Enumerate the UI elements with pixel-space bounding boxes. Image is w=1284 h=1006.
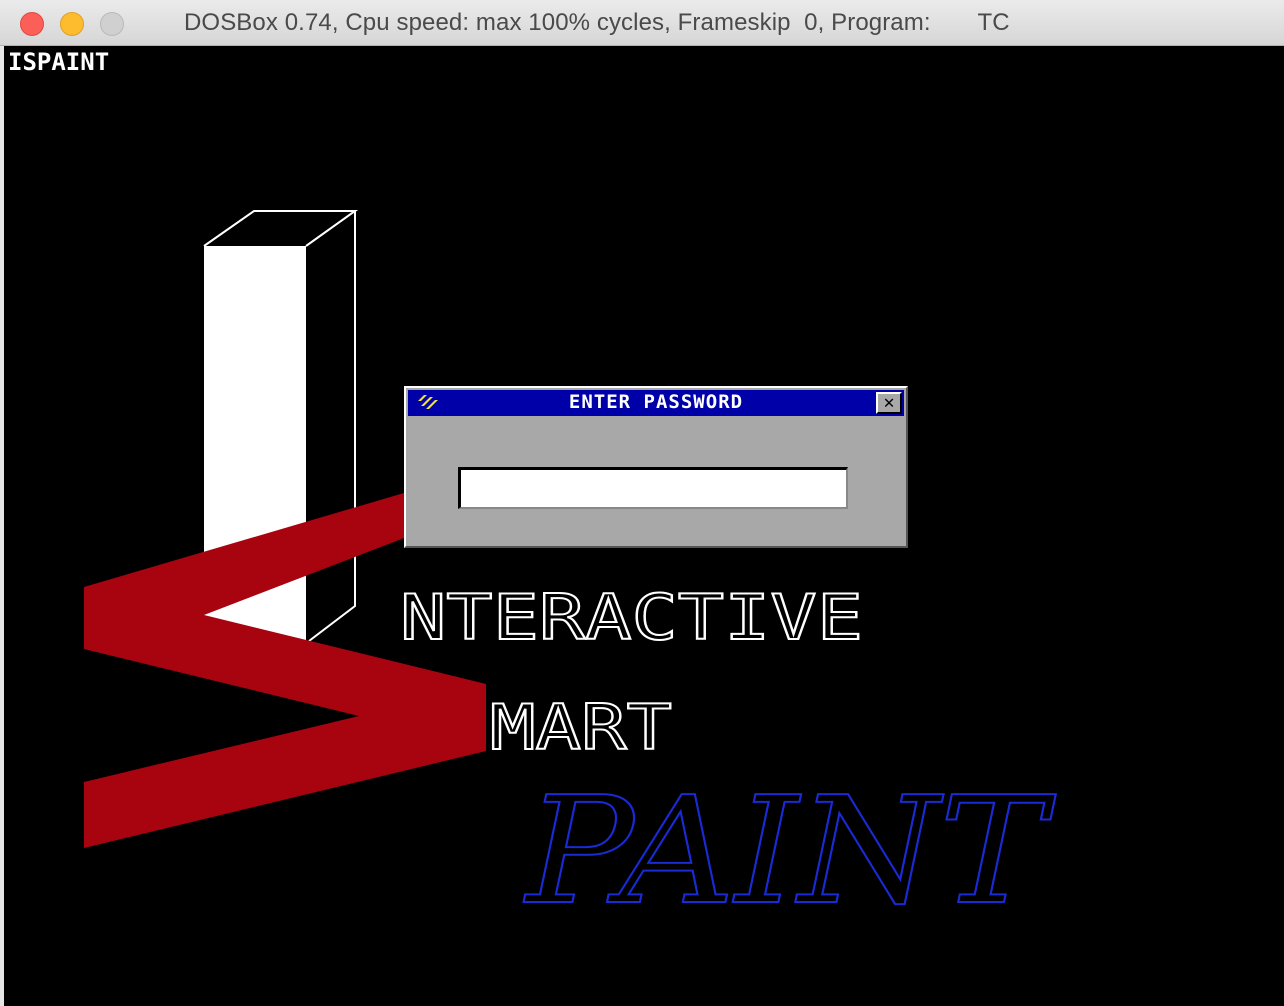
window-titlebar[interactable]: DOSBox 0.74, Cpu speed: max 100% cycles,… <box>0 0 1284 46</box>
dos-screen: ISPAINT NTERACTIVE MART PAINT ENTER PASS… <box>4 46 1284 1006</box>
window-zoom-button[interactable] <box>100 12 124 36</box>
window-close-button[interactable] <box>20 12 44 36</box>
window-minimize-button[interactable] <box>60 12 84 36</box>
dosbox-window: DOSBox 0.74, Cpu speed: max 100% cycles,… <box>0 0 1284 1006</box>
logo-word-smart: MART <box>490 691 672 764</box>
i-bar-top-outline <box>203 210 359 247</box>
window-title: DOSBox 0.74, Cpu speed: max 100% cycles,… <box>184 9 1010 36</box>
dialog-close-button[interactable]: ✕ <box>876 392 902 414</box>
i-bar-side-outline <box>308 211 356 642</box>
dialog-title: ENTER PASSWORD <box>568 391 744 413</box>
logo-word-paint: PAINT <box>523 765 1056 937</box>
dialog-titlebar[interactable]: ENTER PASSWORD ✕ <box>408 390 904 416</box>
logo-word-interactive: NTERACTIVE <box>400 581 863 654</box>
password-input[interactable] <box>458 467 848 509</box>
password-dialog: ENTER PASSWORD ✕ <box>404 386 908 548</box>
